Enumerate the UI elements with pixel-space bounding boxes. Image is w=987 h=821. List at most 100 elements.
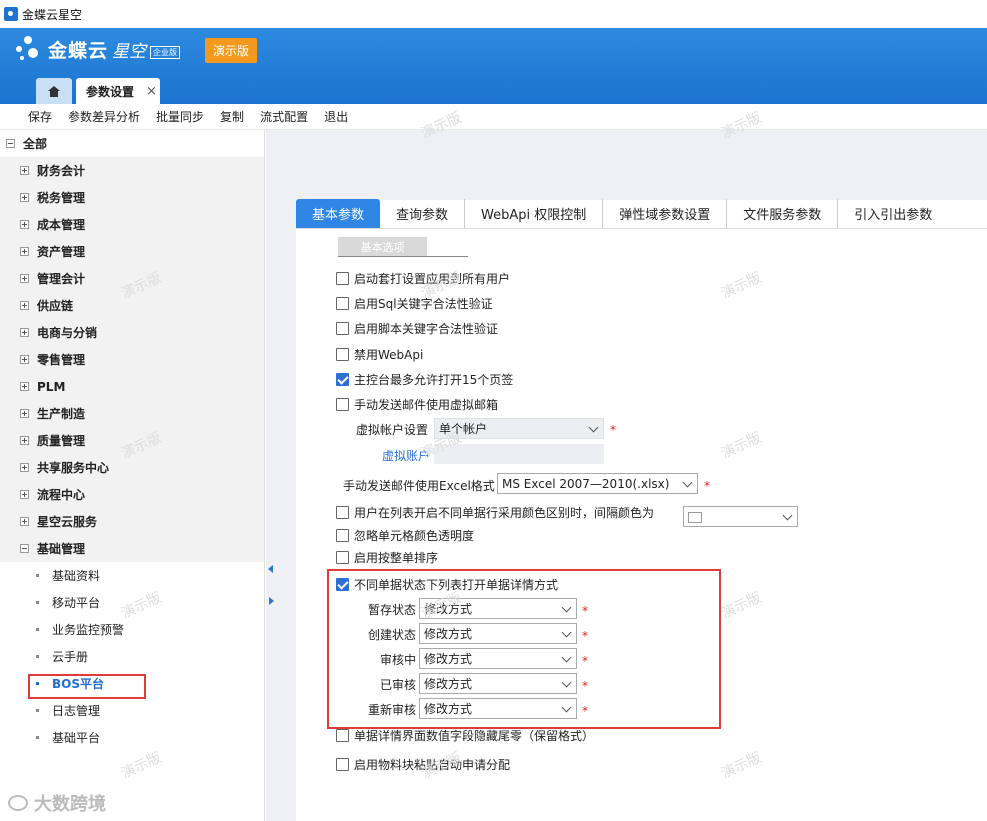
- app-header: 金蝶云 星空 企业版 演示版 参数设置 ×: [0, 28, 987, 104]
- option-row[interactable]: 手动发送邮件使用虚拟邮箱: [336, 396, 498, 413]
- tree-item[interactable]: 云手册: [0, 643, 264, 670]
- tab-file-service[interactable]: 文件服务参数: [727, 199, 839, 228]
- tab-query-params[interactable]: 查询参数: [380, 199, 466, 228]
- save-button[interactable]: 保存: [28, 108, 52, 125]
- option-row[interactable]: 主控台最多允许打开15个页签: [336, 371, 513, 388]
- tree-group[interactable]: 资产管理: [0, 238, 264, 265]
- chevron-down-icon: [588, 422, 599, 433]
- tree-group-expanded[interactable]: 基础管理: [0, 535, 264, 562]
- tree-group[interactable]: 税务管理: [0, 184, 264, 211]
- window-titlebar: 金蝶云星空: [0, 0, 987, 28]
- batch-sync-button[interactable]: 批量同步: [156, 108, 204, 125]
- option-row[interactable]: 禁用WebApi: [336, 346, 423, 363]
- tree-item[interactable]: 基础资料: [0, 562, 264, 589]
- toolbar: 保存 参数差异分析 批量同步 复制 流式配置 退出: [0, 104, 987, 130]
- tab-label: 参数设置: [86, 84, 135, 99]
- flow-config-button[interactable]: 流式配置: [260, 108, 308, 125]
- collapse-icon[interactable]: [20, 544, 29, 553]
- tab-flex-domain[interactable]: 弹性域参数设置: [603, 199, 728, 228]
- checkbox-checked[interactable]: [336, 373, 349, 386]
- expand-icon[interactable]: [20, 463, 29, 472]
- checkbox[interactable]: [336, 551, 349, 564]
- option-row[interactable]: 启动套打设置应用到所有用户: [336, 270, 510, 287]
- tree-group[interactable]: 零售管理: [0, 346, 264, 373]
- app-icon: [4, 7, 18, 21]
- collapse-icon[interactable]: [6, 139, 15, 148]
- expand-icon[interactable]: [20, 274, 29, 283]
- tree-group[interactable]: 电商与分销: [0, 319, 264, 346]
- expand-icon[interactable]: [20, 193, 29, 202]
- checkbox[interactable]: [336, 529, 349, 542]
- option-row[interactable]: 启用物料块粘贴自动申请分配: [336, 756, 510, 773]
- copy-button[interactable]: 复制: [220, 108, 244, 125]
- option-row[interactable]: 启用按整单排序: [336, 549, 438, 566]
- logo: 金蝶云 星空 企业版: [14, 34, 181, 64]
- close-icon[interactable]: ×: [146, 84, 157, 99]
- tree-group[interactable]: 管理会计: [0, 265, 264, 292]
- tree-group[interactable]: 共享服务中心: [0, 454, 264, 481]
- logo-icon: [8, 795, 28, 811]
- section-basic-options: 基本选项: [338, 237, 427, 256]
- checkbox[interactable]: [336, 398, 349, 411]
- tree-group[interactable]: 成本管理: [0, 211, 264, 238]
- param-diff-button[interactable]: 参数差异分析: [68, 108, 140, 125]
- expand-icon[interactable]: [20, 166, 29, 175]
- excel-format-label: 手动发送邮件使用Excel格式: [343, 479, 495, 493]
- tree-group[interactable]: 流程中心: [0, 481, 264, 508]
- expand-right-icon[interactable]: [269, 597, 274, 605]
- virtual-account-input[interactable]: [434, 444, 604, 464]
- tree-item[interactable]: 日志管理: [0, 697, 264, 724]
- expand-icon[interactable]: [20, 517, 29, 526]
- home-icon: [48, 85, 60, 97]
- home-tab[interactable]: [36, 78, 72, 104]
- tab-parameter-settings[interactable]: 参数设置 ×: [76, 78, 160, 104]
- checkbox[interactable]: [336, 297, 349, 310]
- exit-button[interactable]: 退出: [324, 108, 348, 125]
- tree-group[interactable]: 财务会计: [0, 157, 264, 184]
- tree-group[interactable]: 生产制造: [0, 400, 264, 427]
- tree-group[interactable]: 星空云服务: [0, 508, 264, 535]
- tree-item[interactable]: 基础平台: [0, 724, 264, 751]
- status-highlight-box: [327, 569, 721, 729]
- tab-webapi-permission[interactable]: WebApi 权限控制: [465, 199, 604, 228]
- chevron-down-icon: [682, 477, 693, 488]
- window-title: 金蝶云星空: [22, 7, 83, 22]
- tree-group[interactable]: 供应链: [0, 292, 264, 319]
- checkbox[interactable]: [336, 272, 349, 285]
- option-row[interactable]: 启用Sql关键字合法性验证: [336, 295, 493, 312]
- checkbox[interactable]: [336, 322, 349, 335]
- checkbox[interactable]: [336, 506, 349, 519]
- option-row[interactable]: 用户在列表开启不同单据行采用颜色区别时，间隔颜色为: [336, 504, 654, 521]
- tree-item[interactable]: 业务监控预警: [0, 616, 264, 643]
- settings-tabs: 基本参数 查询参数 WebApi 权限控制 弹性域参数设置 文件服务参数 引入引…: [296, 199, 987, 229]
- option-row[interactable]: 单据详情界面数值字段隐藏尾零（保留格式）: [336, 727, 594, 744]
- collapse-left-icon[interactable]: [268, 565, 273, 573]
- expand-icon[interactable]: [20, 436, 29, 445]
- expand-icon[interactable]: [20, 355, 29, 364]
- tree-group[interactable]: 质量管理: [0, 427, 264, 454]
- demo-badge: 演示版: [205, 38, 258, 63]
- expand-icon[interactable]: [20, 490, 29, 499]
- checkbox[interactable]: [336, 348, 349, 361]
- tree-group[interactable]: PLM: [0, 373, 264, 400]
- expand-icon[interactable]: [20, 409, 29, 418]
- virtual-account-link[interactable]: 虚拟账户: [382, 447, 430, 464]
- expand-icon[interactable]: [20, 301, 29, 310]
- bottom-logo: 大数跨境: [8, 790, 106, 816]
- virtual-account-select[interactable]: 单个帐户: [434, 418, 604, 439]
- tab-import-export[interactable]: 引入引出参数: [838, 199, 948, 228]
- sidebar-tree: 全部 财务会计 税务管理 成本管理 资产管理 管理会计 供应链 电商与分销 零售…: [0, 130, 265, 821]
- checkbox[interactable]: [336, 729, 349, 742]
- tree-item[interactable]: 移动平台: [0, 589, 264, 616]
- tree-root[interactable]: 全部: [0, 130, 264, 157]
- expand-icon[interactable]: [20, 382, 29, 391]
- option-row[interactable]: 忽略单元格颜色透明度: [336, 527, 474, 544]
- checkbox[interactable]: [336, 758, 349, 771]
- excel-format-select[interactable]: MS Excel 2007—2010(.xlsx): [497, 473, 698, 494]
- expand-icon[interactable]: [20, 247, 29, 256]
- option-row[interactable]: 启用脚本关键字合法性验证: [336, 320, 498, 337]
- expand-icon[interactable]: [20, 328, 29, 337]
- logo-badge: 企业版: [150, 45, 181, 59]
- expand-icon[interactable]: [20, 220, 29, 229]
- tab-basic-params[interactable]: 基本参数: [296, 199, 381, 228]
